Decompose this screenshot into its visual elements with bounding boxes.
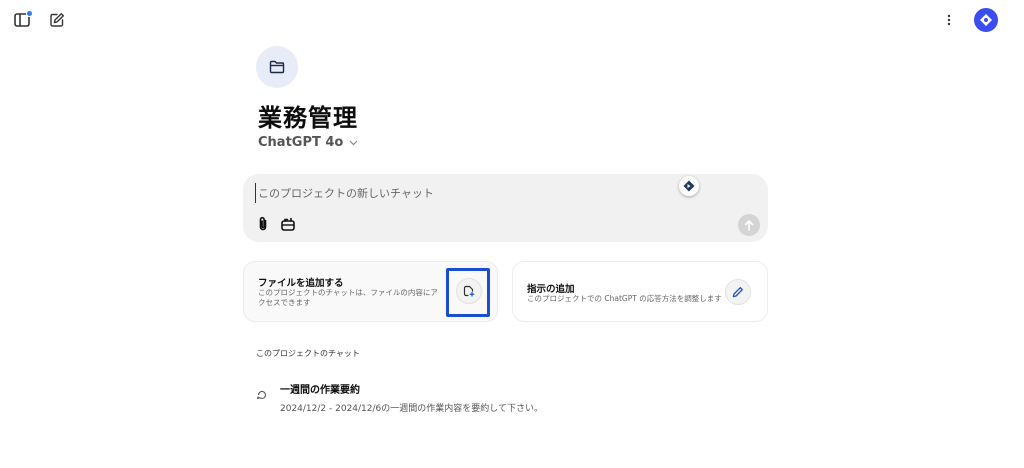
kebab-menu-icon: [947, 14, 951, 26]
project-chats-label: このプロジェクトのチャット: [256, 349, 360, 358]
chat-title: 一週間の作業要約: [280, 385, 360, 396]
tools-button[interactable]: [279, 215, 297, 233]
chevron-down-icon: [349, 140, 358, 145]
edit-icon: [50, 13, 64, 27]
chat-text: 一週間の作業要約 2024/12/2 - 2024/12/6の一週間の作業内容を…: [280, 378, 543, 414]
extension-badge[interactable]: [679, 176, 699, 196]
chat-composer: [243, 174, 768, 242]
send-button[interactable]: [738, 214, 760, 236]
paperclip-icon: [259, 216, 267, 231]
user-avatar[interactable]: [974, 8, 998, 32]
add-instructions-title: 指示の追加: [527, 284, 575, 295]
chat-preview: 2024/12/2 - 2024/12/6の一週間の作業内容を要約して下さい。: [280, 404, 543, 414]
project-title: 業務管理: [258, 104, 358, 132]
arrow-up-icon: [744, 220, 754, 231]
add-files-card[interactable]: ファイルを追加する このプロジェクトのチャットは、ファイルの内容にアクセスできま…: [243, 261, 498, 322]
add-files-description: このプロジェクトのチャットは、ファイルの内容にアクセスできます: [258, 288, 438, 307]
kebab-menu-button[interactable]: [942, 8, 956, 32]
file-add-icon: [463, 285, 475, 297]
chat-list-item[interactable]: 一週間の作業要約 2024/12/2 - 2024/12/6の一週間の作業内容を…: [254, 378, 654, 414]
topbar-left: [12, 9, 68, 31]
pencil-icon: [732, 287, 743, 298]
project-folder-badge: [256, 46, 298, 88]
avatar-icon: [980, 14, 992, 26]
add-files-title: ファイルを追加する: [258, 278, 344, 289]
extension-icon: [683, 180, 695, 192]
model-name: ChatGPT 4o: [258, 135, 344, 150]
add-instructions-card[interactable]: 指示の追加 このプロジェクトでの ChatGPT の応答方法を調整します: [512, 261, 768, 322]
chat-input[interactable]: [255, 183, 675, 203]
add-instructions-description: このプロジェクトでの ChatGPT の応答方法を調整します: [527, 294, 722, 303]
topbar-right: [942, 8, 998, 32]
add-files-button[interactable]: [456, 278, 482, 304]
notification-dot: [26, 10, 33, 17]
new-chat-button[interactable]: [46, 9, 68, 31]
sidebar-toggle-button[interactable]: [12, 9, 34, 31]
attach-button[interactable]: [254, 215, 272, 233]
add-instructions-button[interactable]: [725, 279, 751, 305]
model-selector[interactable]: ChatGPT 4o: [258, 135, 358, 150]
toolbox-icon: [281, 217, 295, 231]
chat-bubble-icon: [254, 387, 270, 403]
folder-icon: [269, 60, 285, 74]
